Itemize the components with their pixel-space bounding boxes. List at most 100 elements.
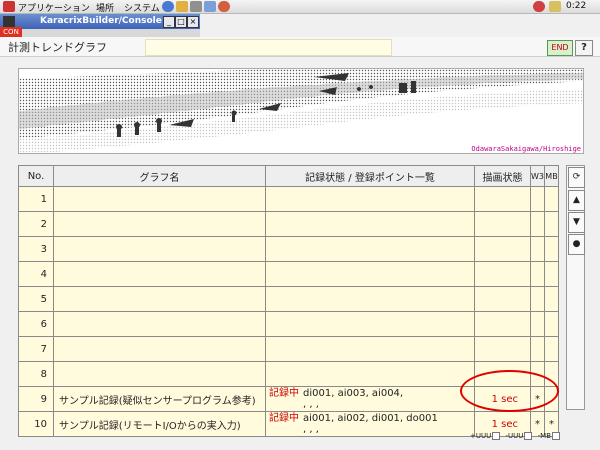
graph-name[interactable]: [53, 186, 266, 212]
help-app-icon[interactable]: [218, 1, 230, 12]
record-status: 記録中: [269, 413, 299, 424]
mb-flag[interactable]: [544, 261, 559, 287]
mb-flag[interactable]: [544, 211, 559, 237]
points-cell[interactable]: [265, 336, 475, 362]
points-cell[interactable]: 記録中 di001, ai003, ai004,, , ,: [265, 386, 475, 412]
draw-status[interactable]: [474, 336, 531, 362]
draw-status[interactable]: [474, 286, 531, 312]
graph-name[interactable]: [53, 236, 266, 262]
row-number: 8: [18, 361, 54, 387]
maximize-icon[interactable]: □: [175, 16, 187, 28]
w3-flag[interactable]: [530, 336, 545, 362]
w3-flag[interactable]: [530, 186, 545, 212]
footer-checkbox-3[interactable]: [552, 432, 560, 440]
row-number: 1: [18, 186, 54, 212]
table-row[interactable]: 3: [18, 236, 559, 262]
footer-checkbox-1[interactable]: [492, 432, 501, 440]
menu-applications[interactable]: アプリケーション: [18, 1, 90, 14]
draw-status[interactable]: [474, 311, 531, 337]
footer-item-minus-mb: -MB: [537, 432, 551, 440]
table-row[interactable]: 7: [18, 336, 559, 362]
mb-flag[interactable]: [544, 186, 559, 212]
points-cell[interactable]: [265, 186, 475, 212]
graph-name[interactable]: [53, 211, 266, 237]
browser-icon[interactable]: [162, 1, 174, 12]
points-cell[interactable]: [265, 211, 475, 237]
mb-flag[interactable]: [544, 336, 559, 362]
menu-places[interactable]: 場所: [96, 1, 114, 14]
record-status: 記録中: [269, 388, 299, 399]
dot-icon[interactable]: ●: [568, 234, 585, 255]
banner-caption: OdawaraSakaigawa/Hiroshige: [471, 145, 581, 153]
control-column: ⟳ ▲ ▼ ●: [566, 165, 585, 410]
graph-name[interactable]: サンプル記録(リモートI/Oからの実入力): [53, 411, 266, 437]
table-row[interactable]: 4: [18, 261, 559, 287]
table-row[interactable]: 2: [18, 211, 559, 237]
row-number: 6: [18, 311, 54, 337]
graph-name[interactable]: [53, 311, 266, 337]
table-header-row: No. グラフ名 記録状態 / 登録ポイント一覧 描画状態 W3 MB: [18, 165, 559, 187]
w3-flag[interactable]: [530, 286, 545, 312]
col-header-name: グラフ名: [53, 165, 266, 187]
status-field: [145, 39, 392, 56]
row-number: 3: [18, 236, 54, 262]
w3-flag[interactable]: [530, 211, 545, 237]
footer-checkbox-2[interactable]: [524, 432, 533, 440]
point-list-line2: , , ,: [303, 399, 319, 410]
mb-flag[interactable]: [544, 236, 559, 262]
banner-image: OdawaraSakaigawa/Hiroshige: [18, 68, 584, 154]
refresh-icon[interactable]: ⟳: [568, 167, 585, 188]
points-cell[interactable]: 記録中 ai001, ai002, di001, do001, , ,: [265, 411, 475, 437]
desktop-panel: アプリケーション 場所 システム 0:22: [0, 0, 600, 14]
help-button[interactable]: ?: [575, 40, 593, 56]
w3-flag[interactable]: [530, 236, 545, 262]
points-cell[interactable]: [265, 286, 475, 312]
app-menu-icon[interactable]: [3, 1, 15, 12]
clock[interactable]: 0:22: [566, 1, 586, 11]
graph-name[interactable]: [53, 361, 266, 387]
draw-status[interactable]: [474, 261, 531, 287]
w3-flag[interactable]: [530, 311, 545, 337]
menu-system[interactable]: システム: [124, 1, 160, 14]
triangle-down-icon[interactable]: ▼: [568, 212, 585, 233]
mail-icon[interactable]: [176, 1, 188, 12]
mb-flag[interactable]: [544, 286, 559, 312]
row-number: 10: [18, 411, 54, 437]
row-number: 9: [18, 386, 54, 412]
window-titlebar[interactable]: KaracrixBuilder/Console _ □ ×: [0, 14, 200, 29]
points-cell[interactable]: [265, 236, 475, 262]
ukiyoe-illustration: OdawaraSakaigawa/Hiroshige: [19, 69, 583, 153]
col-header-no: No.: [18, 165, 54, 187]
points-cell[interactable]: [265, 261, 475, 287]
editor-icon[interactable]: [190, 1, 202, 12]
point-list-line1: di001, ai003, ai004,: [303, 388, 404, 399]
graph-name[interactable]: [53, 336, 266, 362]
table-row[interactable]: 5: [18, 286, 559, 312]
points-cell[interactable]: [265, 361, 475, 387]
graph-name[interactable]: [53, 261, 266, 287]
end-button[interactable]: END: [547, 40, 573, 56]
draw-status[interactable]: [474, 211, 531, 237]
row-number: 4: [18, 261, 54, 287]
triangle-up-icon[interactable]: ▲: [568, 190, 585, 211]
row-number: 5: [18, 286, 54, 312]
update-icon[interactable]: [533, 1, 545, 12]
draw-status[interactable]: [474, 186, 531, 212]
col-header-draw: 描画状態: [474, 165, 531, 187]
volume-icon[interactable]: [549, 1, 561, 12]
graph-name[interactable]: サンプル記録(疑似センサープログラム参考): [53, 386, 266, 412]
footer-item-minus-uuu: -UUU: [505, 432, 524, 440]
terminal-icon[interactable]: [204, 1, 216, 12]
table-row[interactable]: 6: [18, 311, 559, 337]
console-tab[interactable]: CON: [0, 27, 22, 37]
table-row[interactable]: 1: [18, 186, 559, 212]
close-icon[interactable]: ×: [187, 16, 199, 28]
points-cell[interactable]: [265, 311, 475, 337]
page-title: 計測トレンドグラフ: [8, 41, 107, 54]
draw-status[interactable]: [474, 236, 531, 262]
minimize-icon[interactable]: _: [163, 16, 175, 28]
mb-flag[interactable]: [544, 311, 559, 337]
w3-flag[interactable]: [530, 261, 545, 287]
graph-name[interactable]: [53, 286, 266, 312]
row-number: 2: [18, 211, 54, 237]
